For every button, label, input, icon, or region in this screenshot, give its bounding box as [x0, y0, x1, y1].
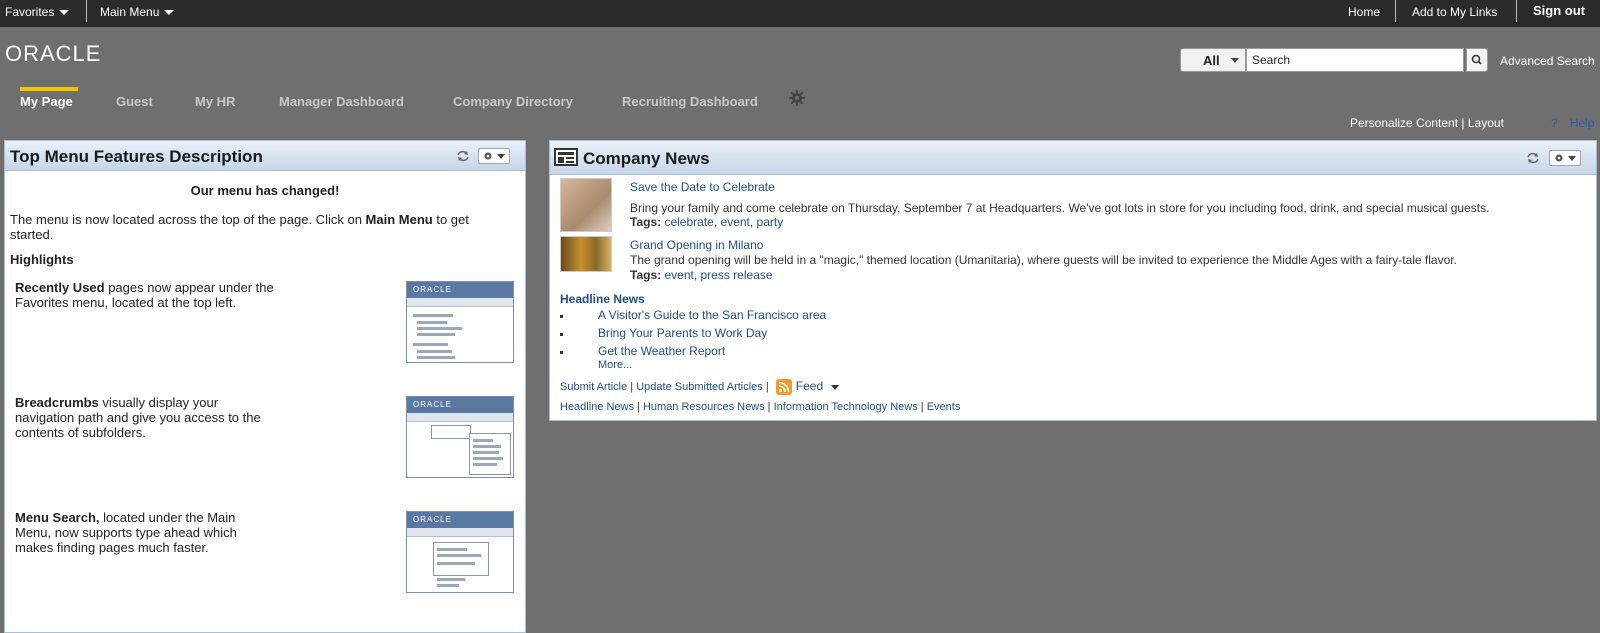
tags-label: Tags:: [630, 215, 662, 229]
feature-name: Recently Used: [15, 280, 105, 295]
divider: [1516, 0, 1517, 22]
sign-out-link[interactable]: Sign out: [1533, 3, 1585, 18]
feature-recently-used: Recently Used pages now appear under the…: [15, 280, 275, 310]
headline-link[interactable]: Get the Weather Report: [598, 344, 725, 358]
company-news-pod: Company News Save the Date to Celebrate …: [549, 140, 1597, 421]
search-input[interactable]: [1246, 48, 1464, 72]
tag-link[interactable]: event: [664, 268, 693, 282]
chevron-down-icon: [59, 10, 70, 16]
pod-settings-button[interactable]: [478, 148, 510, 164]
tab-recruiting-dashboard[interactable]: Recruiting Dashboard: [622, 94, 758, 109]
news-title-link[interactable]: Grand Opening in Milano: [630, 238, 763, 252]
search-scope-label: All: [1203, 53, 1220, 68]
headline-news-heading[interactable]: Headline News: [560, 292, 645, 306]
submit-article-link[interactable]: Submit Article: [560, 381, 627, 393]
tag-link[interactable]: press release: [701, 268, 773, 282]
tab-my-page[interactable]: My Page: [20, 87, 78, 109]
favorites-label: Favorites: [5, 5, 55, 19]
search-icon: [1471, 54, 1482, 65]
divider: [1395, 0, 1396, 22]
pod-settings-button[interactable]: [1549, 150, 1581, 166]
help-link[interactable]: ? Help: [1551, 116, 1594, 130]
headline-link[interactable]: Bring Your Parents to Work Day: [598, 326, 767, 340]
pod-title: Top Menu Features Description: [10, 147, 263, 166]
refresh-icon[interactable]: [456, 149, 470, 163]
highlights-heading: Highlights: [10, 252, 74, 267]
news-title-link[interactable]: Save the Date to Celebrate: [630, 180, 775, 194]
menu-search-screenshot: ORACLE: [406, 511, 514, 593]
feature-breadcrumbs: Breadcrumbs visually display your naviga…: [15, 395, 275, 440]
pod-header: Top Menu Features Description: [5, 141, 525, 171]
menu-changed-heading: Our menu has changed!: [190, 183, 340, 198]
favorites-menu[interactable]: Favorites: [5, 5, 70, 19]
tab-manager-dashboard[interactable]: Manager Dashboard: [279, 94, 404, 109]
main-menu-label: Main Menu: [100, 5, 160, 19]
personalize-links: Personalize Content | Layout: [1350, 116, 1504, 130]
breadcrumbs-screenshot: ORACLE: [406, 396, 514, 478]
category-link[interactable]: Information Technology News: [774, 401, 918, 413]
feature-name: Breadcrumbs: [15, 395, 99, 410]
pod-title: Company News: [583, 149, 710, 168]
category-link[interactable]: Events: [927, 401, 961, 413]
help-icon: ?: [1551, 116, 1558, 130]
tab-company-directory[interactable]: Company Directory: [453, 94, 573, 109]
gear-icon: [484, 152, 505, 160]
personalize-content-link[interactable]: Personalize Content: [1350, 116, 1458, 130]
list-item: A Visitor's Guide to the San Francisco a…: [560, 308, 826, 323]
tag-link[interactable]: celebrate: [664, 215, 713, 229]
gear-icon: [1555, 154, 1576, 162]
search-button[interactable]: [1466, 48, 1488, 72]
intro-main-menu: Main Menu: [365, 212, 433, 227]
oracle-logo: ORACLE: [5, 41, 102, 66]
rss-feed-icon[interactable]: [775, 379, 792, 396]
news-tags: Tags: event, press release: [630, 268, 773, 282]
news-icon: [554, 148, 578, 166]
more-link[interactable]: More...: [598, 359, 632, 371]
separator: |: [1458, 116, 1468, 130]
refresh-icon[interactable]: [1526, 151, 1540, 165]
tags-label: Tags:: [630, 268, 662, 282]
bullet: [560, 351, 563, 355]
news-body: Bring your family and come celebrate on …: [630, 201, 1490, 215]
gear-icon[interactable]: [789, 90, 805, 106]
list-item: Get the Weather Report: [560, 344, 725, 359]
news-actions: Submit Article | Update Submitted Articl…: [560, 379, 840, 396]
news-tags: Tags: celebrate, event, party: [630, 215, 784, 229]
main-menu[interactable]: Main Menu: [100, 5, 175, 19]
top-bar: Favorites Main Menu Home Add to My Links…: [0, 0, 1600, 27]
category-link[interactable]: Human Resources News: [643, 401, 765, 413]
search-scope-select[interactable]: All: [1180, 48, 1246, 72]
recently-used-screenshot: ORACLE: [406, 281, 514, 363]
chevron-down-icon: [1231, 58, 1239, 63]
news-categories: Headline News | Human Resources News | I…: [560, 401, 961, 413]
feed-link[interactable]: Feed: [796, 379, 823, 393]
tag-link[interactable]: party: [757, 215, 784, 229]
layout-link[interactable]: Layout: [1468, 116, 1504, 130]
add-to-my-links-link[interactable]: Add to My Links: [1412, 5, 1497, 19]
news-body: The grand opening will be held in a "mag…: [630, 253, 1457, 267]
update-submitted-articles-link[interactable]: Update Submitted Articles: [636, 381, 763, 393]
headline-link[interactable]: A Visitor's Guide to the San Francisco a…: [598, 308, 826, 322]
news-thumbnail[interactable]: [560, 178, 612, 232]
intro-text: The menu is now located across the top o…: [10, 212, 500, 242]
bullet: [560, 333, 563, 337]
tag-link[interactable]: event: [721, 215, 750, 229]
list-item: Bring Your Parents to Work Day: [560, 326, 767, 341]
home-link[interactable]: Home: [1348, 5, 1380, 19]
chevron-down-icon: [164, 10, 175, 16]
chevron-down-icon[interactable]: [831, 384, 840, 390]
advanced-search-link[interactable]: Advanced Search: [1500, 54, 1595, 68]
news-thumbnail[interactable]: [560, 236, 612, 272]
feature-name: Menu Search,: [15, 510, 100, 525]
category-link[interactable]: Headline News: [560, 401, 634, 413]
feature-menu-search: Menu Search, located under the Main Menu…: [15, 510, 275, 555]
divider: [86, 0, 87, 22]
intro-text-part: The menu is now located across the top o…: [10, 212, 366, 227]
tab-guest[interactable]: Guest: [116, 94, 153, 109]
pod-header: Company News: [550, 141, 1596, 175]
tab-my-hr[interactable]: My HR: [195, 94, 235, 109]
bullet: [560, 315, 563, 319]
features-pod: Top Menu Features Description Our menu h…: [4, 140, 526, 633]
help-label: Help: [1569, 116, 1595, 130]
